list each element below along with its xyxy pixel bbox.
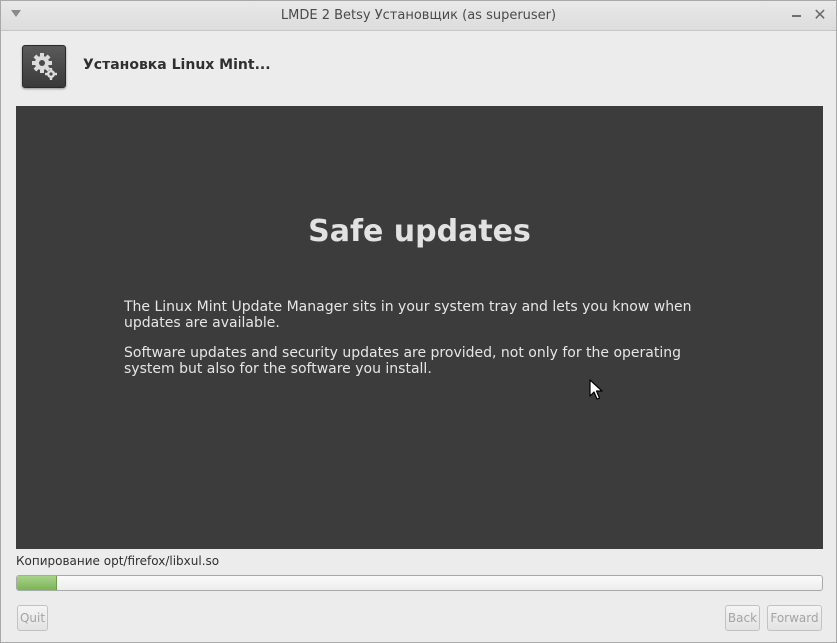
forward-button[interactable]: Forward [767,605,822,631]
slideshow-panel: Safe updates The Linux Mint Update Manag… [16,106,823,549]
slide-paragraph: The Linux Mint Update Manager sits in yo… [124,299,692,331]
window-title: LMDE 2 Betsy Установщик (as superuser) [280,8,557,23]
title-bar[interactable]: LMDE 2 Betsy Установщик (as superuser) ✕ [1,1,836,31]
slide-heading: Safe updates [308,214,531,249]
header-title: Установка Linux Mint... [83,57,271,73]
copy-status-text: Копирование opt/firefox/libxul.so [16,554,220,568]
install-progress-bar [16,575,823,591]
slide-paragraph: Software updates and security updates ar… [124,345,682,377]
mouse-pointer-icon [589,379,603,400]
progress-fill [17,576,58,590]
gear-icon [22,45,66,88]
back-button[interactable]: Back [725,605,760,631]
close-button[interactable]: ✕ [811,6,829,24]
quit-button[interactable]: Quit [17,605,48,631]
installer-window: LMDE 2 Betsy Установщик (as superuser) ✕ [0,0,837,643]
minimize-button[interactable] [788,6,806,24]
